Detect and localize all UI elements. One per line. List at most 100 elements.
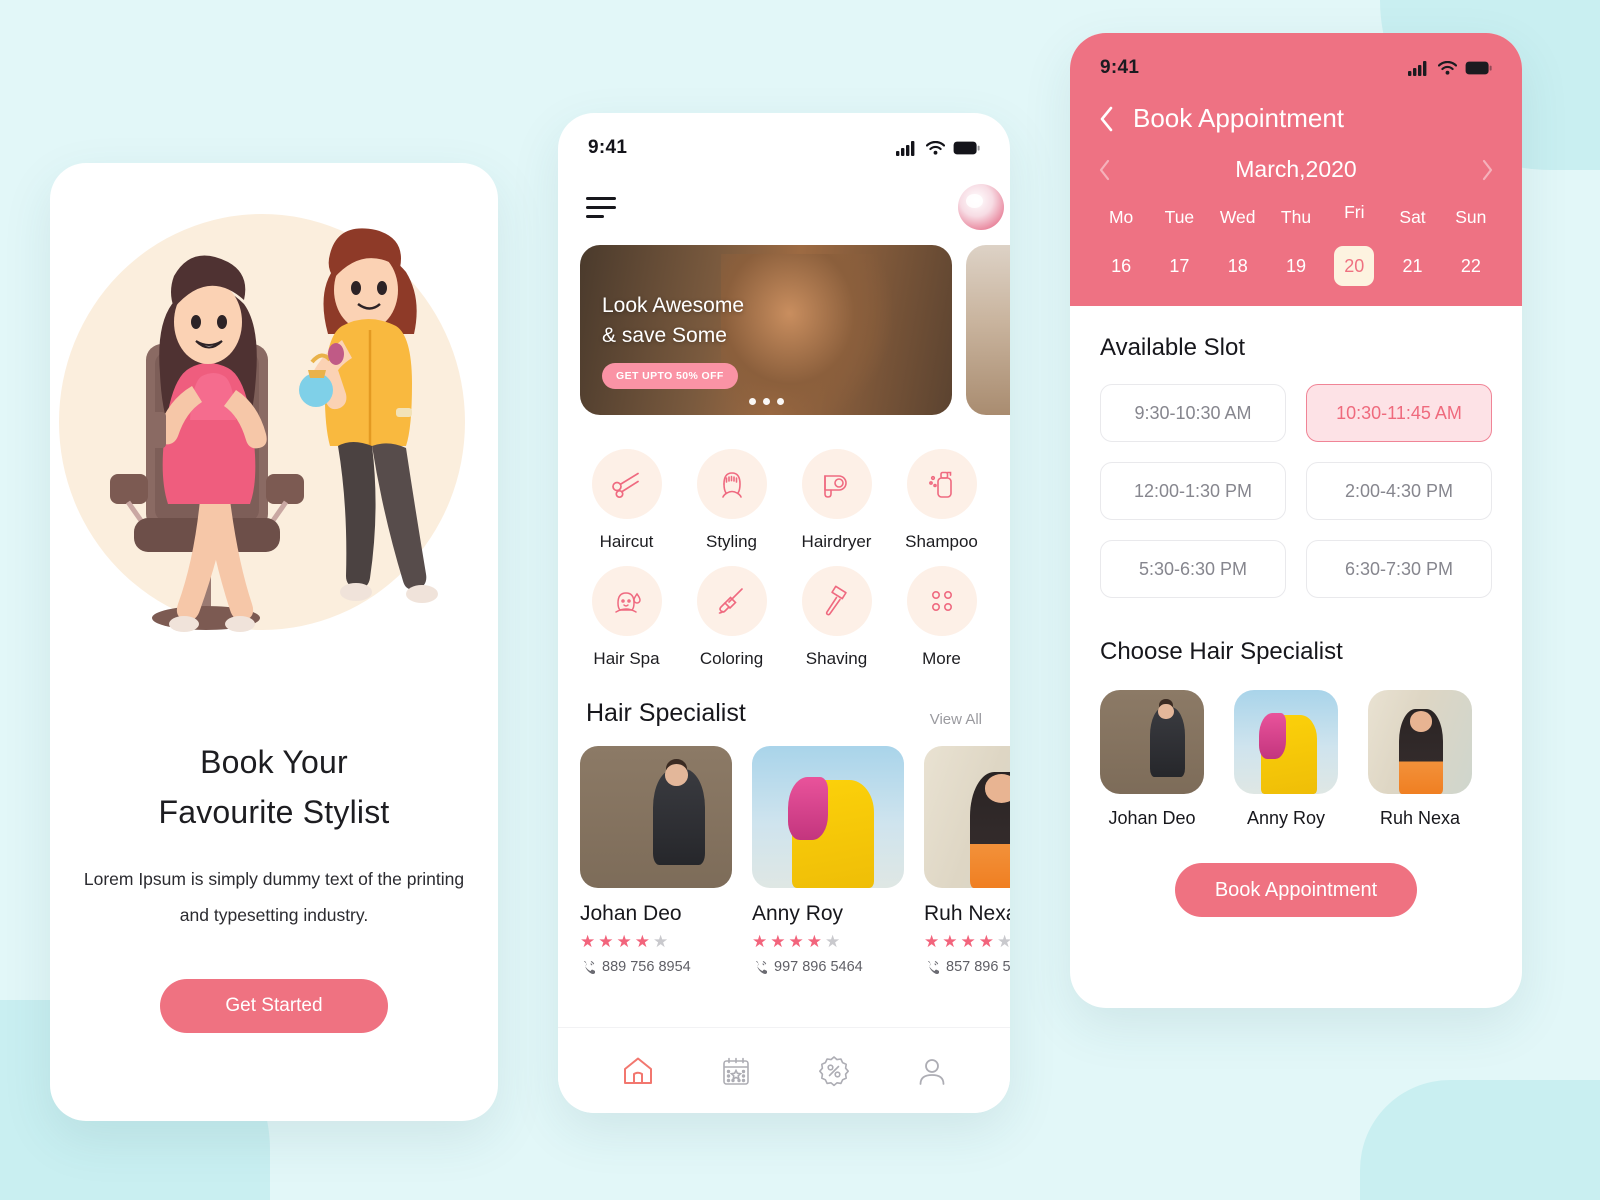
specialist-photo (1368, 690, 1472, 794)
month-navigator: March,2020 (1070, 134, 1522, 183)
calendar-icon (722, 1057, 749, 1085)
specialist-name: Ruh Nexa (924, 902, 1010, 925)
chevron-right-icon (1482, 159, 1493, 180)
date-cell[interactable]: 18 (1209, 246, 1267, 286)
specialist-option[interactable]: Ruh Nexa (1368, 690, 1472, 829)
date-cell[interactable]: 20 (1325, 246, 1383, 286)
date-cell[interactable]: 21 (1383, 246, 1441, 286)
get-started-button[interactable]: Get Started (160, 979, 388, 1033)
tab-profile[interactable] (916, 1055, 948, 1087)
date-button-selected[interactable]: 20 (1334, 246, 1375, 286)
time-slot-grid: 9:30-10:30 AM 10:30-11:45 AM 12:00-1:30 … (1100, 384, 1492, 598)
weekday-label: Sun (1455, 207, 1487, 227)
tab-offers[interactable] (817, 1054, 851, 1088)
specialist-card[interactable]: Anny Roy ★★★★★ 997 896 5464 (752, 746, 904, 975)
discount-icon (818, 1055, 849, 1086)
promo-banner-primary[interactable]: Look Awesome & save Some GET UPTO 50% OF… (580, 245, 952, 415)
page-subtitle-line1: Lorem Ipsum is simply dummy text of the … (83, 869, 465, 889)
specialist-card-list[interactable]: Johan Deo ★★★★★ 889 756 8954 Anny Roy ★★… (558, 728, 1010, 975)
date-cell[interactable]: 22 (1442, 246, 1500, 286)
carousel-dot[interactable] (776, 398, 784, 405)
status-time: 9:41 (1100, 57, 1140, 78)
carousel-dots[interactable] (580, 398, 952, 405)
next-month-button[interactable] (1481, 159, 1494, 181)
date-button[interactable]: 19 (1276, 246, 1316, 286)
carousel-dot[interactable] (748, 398, 756, 405)
appointment-body: Available Slot 9:30-10:30 AM 10:30-11:45… (1070, 334, 1522, 917)
date-button[interactable]: 16 (1101, 246, 1141, 286)
service-item-haircut[interactable]: Haircut (574, 449, 679, 552)
status-bar: 9:41 (558, 113, 1010, 169)
specialist-option[interactable]: Anny Roy (1234, 690, 1338, 829)
status-icons (896, 140, 980, 156)
wifi-icon (926, 141, 945, 155)
shampoo-bottle-icon (906, 449, 977, 519)
appointment-header: 9:41 Book Appointment March,2020 Mo Tue … (1070, 33, 1522, 306)
service-label: Shampoo (905, 532, 978, 551)
specialist-card[interactable]: Johan Deo ★★★★★ 889 756 8954 (580, 746, 732, 975)
back-button[interactable] (1098, 105, 1115, 133)
date-button[interactable]: 21 (1393, 246, 1433, 286)
time-slot-option-selected[interactable]: 10:30-11:45 AM (1306, 384, 1492, 442)
weekday-label: Mo (1108, 207, 1134, 227)
specialist-name: Johan Deo (580, 902, 682, 925)
date-row: 16 17 18 19 20 21 22 (1070, 246, 1522, 286)
weekday-label: Wed (1219, 207, 1256, 227)
carousel-dot[interactable] (762, 398, 770, 405)
hair-styling-icon (696, 449, 767, 519)
specialist-phone-row[interactable]: 889 756 8954 (580, 959, 732, 975)
promo-banner-carousel[interactable]: Look Awesome & save Some GET UPTO 50% OF… (558, 245, 1010, 415)
user-avatar[interactable] (958, 184, 1004, 230)
service-item-more[interactable]: More (889, 566, 994, 669)
specialist-option[interactable]: Johan Deo (1100, 690, 1204, 829)
service-label: Shaving (805, 649, 868, 668)
specialist-phone-row[interactable]: 857 896 5 (924, 959, 1010, 975)
time-slot-option[interactable]: 6:30-7:30 PM (1306, 540, 1492, 598)
person-icon (919, 1058, 944, 1085)
status-bar: 9:41 (1070, 33, 1522, 89)
prev-month-button[interactable] (1098, 159, 1111, 181)
choose-specialist-title: Choose Hair Specialist (1100, 638, 1343, 665)
specialist-chooser-row: Johan Deo Anny Roy Ruh Nexa (1100, 690, 1492, 829)
date-button[interactable]: 22 (1451, 246, 1491, 286)
view-all-link[interactable]: View All (930, 711, 982, 728)
specialist-phone: 997 896 5464 (774, 959, 863, 975)
status-time: 9:41 (588, 137, 628, 158)
hairdryer-icon (801, 449, 872, 519)
hamburger-menu-icon[interactable] (586, 196, 616, 218)
service-item-coloring[interactable]: Coloring (679, 566, 784, 669)
service-item-styling[interactable]: Styling (679, 449, 784, 552)
page-subtitle: Lorem Ipsum is simply dummy text of the … (64, 861, 484, 933)
time-slot-option[interactable]: 12:00-1:30 PM (1100, 462, 1286, 520)
service-category-grid: Haircut Styling Hairdryer Shampoo Hair S… (558, 415, 1010, 669)
time-slot-option[interactable]: 2:00-4:30 PM (1306, 462, 1492, 520)
service-item-hairdryer[interactable]: Hairdryer (784, 449, 889, 552)
time-slot-option[interactable]: 5:30-6:30 PM (1100, 540, 1286, 598)
page-title-line2: Favourite Stylist (158, 794, 390, 830)
chevron-left-icon (1099, 159, 1110, 180)
time-slot-option[interactable]: 9:30-10:30 AM (1100, 384, 1286, 442)
book-appointment-button[interactable]: Book Appointment (1175, 863, 1417, 917)
battery-icon (1465, 61, 1492, 75)
appointment-title-bar: Book Appointment (1070, 89, 1522, 134)
weekday-header-row: Mo Tue Wed Thu Fri Sat Sun (1070, 202, 1522, 228)
date-cell[interactable]: 17 (1150, 246, 1208, 286)
service-item-shaving[interactable]: Shaving (784, 566, 889, 669)
tab-home[interactable] (621, 1054, 655, 1088)
date-cell[interactable]: 16 (1092, 246, 1150, 286)
date-cell[interactable]: 19 (1267, 246, 1325, 286)
promo-banner-text: Look Awesome & save Some (602, 291, 744, 351)
service-item-shampoo[interactable]: Shampoo (889, 449, 994, 552)
tab-calendar[interactable] (720, 1055, 752, 1087)
date-button[interactable]: 18 (1218, 246, 1258, 286)
phone-icon (583, 960, 595, 974)
specialist-card[interactable]: Ruh Nexa ★★★★★ 857 896 5 (924, 746, 1010, 975)
date-button[interactable]: 17 (1159, 246, 1199, 286)
weekday-label: Tue (1164, 207, 1195, 227)
specialist-phone: 889 756 8954 (602, 959, 691, 975)
promo-banner-secondary[interactable] (966, 245, 1010, 415)
service-item-hair-spa[interactable]: Hair Spa (574, 566, 679, 669)
promo-banner-line2: & save Some (602, 324, 727, 347)
specialist-phone-row[interactable]: 997 896 5464 (752, 959, 904, 975)
service-label: Hair Spa (593, 649, 660, 668)
